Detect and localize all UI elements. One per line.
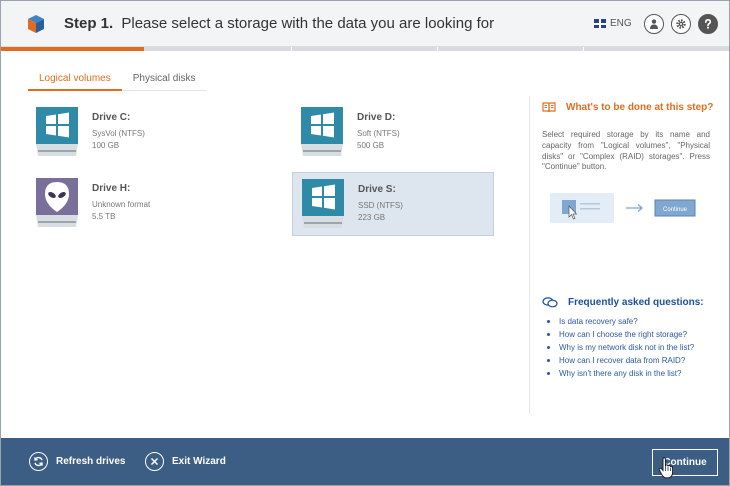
- alien-drive-icon: [36, 178, 78, 227]
- drive-filesystem: Soft (NTFS): [357, 129, 400, 138]
- step-illustration: Continue: [550, 193, 696, 223]
- footer-bar: Refresh drives Exit Wizard Continue: [1, 438, 729, 485]
- windows-drive-icon: [301, 107, 343, 156]
- drive-size: 223 GB: [358, 213, 386, 222]
- drive-filesystem: SSD (NTFS): [358, 201, 403, 210]
- book-icon: [542, 102, 556, 113]
- refresh-drives-label: Refresh drives: [56, 456, 126, 467]
- question-icon: [705, 18, 712, 29]
- faq-link[interactable]: Why is my network disk not in the list?: [547, 341, 694, 354]
- help-title: What's to be done at this step?: [566, 102, 714, 113]
- close-icon: [145, 452, 164, 471]
- refresh-icon: [29, 452, 48, 471]
- settings-button[interactable]: [671, 14, 691, 34]
- help-text: Select required storage by its name and …: [542, 130, 710, 172]
- page-title: Step 1. Please select a storage with the…: [64, 15, 494, 32]
- wizard-progress: [1, 47, 729, 51]
- illustration-button-label: Continue: [663, 207, 688, 213]
- uk-flag-icon: [594, 19, 606, 28]
- faq-link[interactable]: Why isn't there any disk in the list?: [547, 367, 694, 380]
- drive-item-h[interactable]: Drive H: Unknown format 5.5 TB: [27, 172, 229, 236]
- language-label: ENG: [610, 18, 632, 29]
- progress-fill: [1, 47, 144, 51]
- drive-item-s[interactable]: Drive S: SSD (NTFS) 223 GB: [292, 172, 494, 236]
- faq-list: Is data recovery safe? How can I choose …: [547, 315, 694, 380]
- chat-icon: [542, 297, 558, 308]
- language-selector[interactable]: ENG: [594, 18, 632, 29]
- windows-drive-icon: [36, 107, 78, 156]
- progress-divider: [583, 47, 584, 51]
- help-panel: What's to be done at this step? Select r…: [529, 96, 719, 414]
- account-button[interactable]: [644, 14, 664, 34]
- progress-divider: [291, 47, 292, 51]
- drive-name: Drive H:: [92, 183, 131, 194]
- drive-item-d[interactable]: Drive D: Soft (NTFS) 500 GB: [292, 101, 494, 165]
- tab-physical-disks[interactable]: Physical disks: [121, 69, 207, 91]
- drive-item-c[interactable]: Drive C: SysVol (NTFS) 100 GB: [27, 101, 229, 165]
- faq-link[interactable]: Is data recovery safe?: [547, 315, 694, 328]
- header-bar: Step 1. Please select a storage with the…: [1, 1, 729, 47]
- tab-logical-volumes[interactable]: Logical volumes: [28, 69, 122, 91]
- progress-divider: [437, 47, 438, 51]
- step-text: Please select a storage with the data yo…: [121, 15, 495, 32]
- refresh-drives-button[interactable]: Refresh drives: [29, 452, 125, 471]
- windows-drive-icon: [302, 179, 344, 228]
- gear-icon: [676, 19, 686, 29]
- storage-tabs: Logical volumes Physical disks: [28, 69, 207, 91]
- app-logo-icon: [28, 15, 44, 33]
- drive-name: Drive C:: [92, 112, 131, 123]
- help-heading: What's to be done at this step?: [542, 102, 713, 113]
- drive-name: Drive D:: [357, 112, 396, 123]
- wizard-window: Step 1. Please select a storage with the…: [0, 0, 730, 486]
- drive-name: Drive S:: [358, 184, 396, 195]
- drive-filesystem: SysVol (NTFS): [92, 129, 145, 138]
- exit-wizard-label: Exit Wizard: [172, 456, 226, 467]
- faq-title: Frequently asked questions:: [568, 297, 704, 308]
- drive-size: 500 GB: [357, 141, 385, 150]
- hand-cursor-icon: [658, 457, 674, 479]
- drive-size: 100 GB: [92, 141, 120, 150]
- exit-wizard-button[interactable]: Exit Wizard: [145, 452, 226, 471]
- step-label: Step 1.: [64, 15, 114, 32]
- drive-filesystem: Unknown format: [92, 200, 151, 209]
- user-icon: [650, 19, 658, 29]
- faq-link[interactable]: How can I recover data from RAID?: [547, 354, 694, 367]
- drive-size: 5.5 TB: [92, 212, 116, 221]
- help-button[interactable]: [698, 14, 718, 34]
- faq-link[interactable]: How can I choose the right storage?: [547, 328, 694, 341]
- faq-heading: Frequently asked questions:: [542, 297, 704, 308]
